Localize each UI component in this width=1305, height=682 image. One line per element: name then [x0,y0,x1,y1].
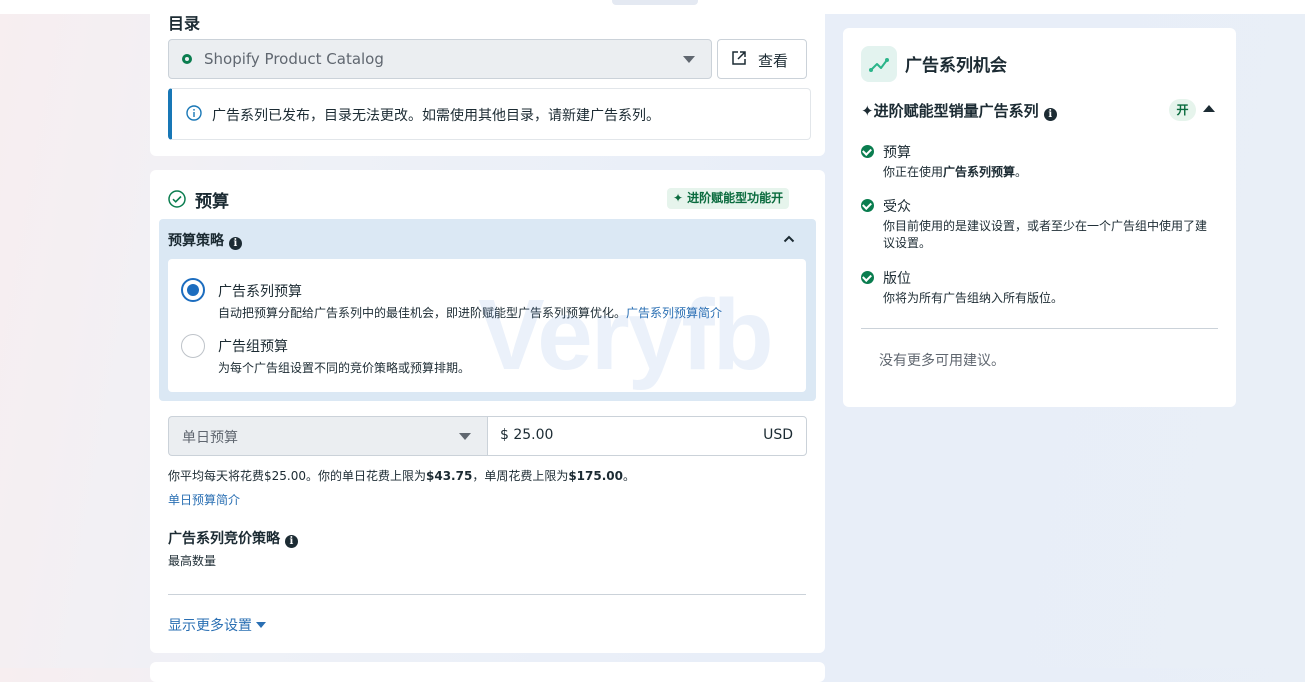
divider [168,594,806,595]
top-tab-hint [612,0,698,5]
rec-audience-title: 受众 [883,199,911,215]
next-card [150,662,825,682]
status-badge: 开 [1169,99,1196,121]
campaign-budget-radio[interactable] [181,278,205,302]
caret-down-icon [683,56,695,63]
check-icon [861,199,874,212]
opportunities-card: 广告系列机会 ✦进阶赋能型销量广告系列 i 开 预算 你正在使用广告系列预算。 … [843,28,1236,407]
rec-budget-title: 预算 [883,145,911,161]
budget-strategy-label: 预算策略 [168,233,224,249]
opportunities-title: 广告系列机会 [905,56,1007,76]
campaign-budget-link[interactable]: 广告系列预算简介 [626,306,722,320]
chevron-up-icon[interactable] [1203,105,1215,112]
budget-amount-value: $ 25.00 [500,427,554,443]
budget-options: 广告系列预算 自动把预算分配给广告系列中的最佳机会，即进阶赋能型广告系列预算优化… [168,259,806,392]
opportunity-icon [861,46,897,82]
adset-budget-desc: 为每个广告组设置不同的竞价策略或预算排期。 [218,361,471,375]
daily-cap: $43.75 [426,469,473,483]
catalog-info-banner: 广告系列已发布，目录无法更改。如需使用其他目录，请新建广告系列。 [168,88,811,140]
caret-down-icon [256,622,266,628]
daily-budget-intro-link[interactable]: 单日预算简介 [168,491,240,508]
bid-strategy-value: 最高数量 [168,554,217,568]
divider [861,328,1218,329]
budget-card: 预算 ✦ 进阶赋能型功能开 预算策略 i 广告系列预算 自动把预算分配给广告系列中… [150,170,825,653]
check-icon [861,271,874,284]
rec-audience-desc: 你目前使用的是建议设置，或者至少在一个广告组中使用了建议设置。 [883,219,1208,250]
sparkle-icon: ✦ [673,191,684,205]
budget-strategy-panel: 预算策略 i 广告系列预算 自动把预算分配给广告系列中的最佳机会，即进阶赋能型广… [159,219,816,401]
weekly-cap: $175.00 [568,469,623,483]
no-more-suggestions: 没有更多可用建议。 [879,353,1005,369]
bid-strategy-title: 广告系列竞价策略 i [168,528,298,548]
campaign-budget-title: 广告系列预算 [218,284,302,300]
budget-type-select[interactable]: 单日预算 [168,416,489,456]
budget-section-title: 预算 [195,192,229,212]
info-icon [186,105,202,121]
budget-strategy-header: 预算策略 i [168,230,242,250]
info-icon[interactable]: i [1043,108,1057,121]
catalog-info-text: 广告系列已发布，目录无法更改。如需使用其他目录，请新建广告系列。 [212,108,660,124]
rec-placement-title: 版位 [883,271,911,287]
info-icon[interactable]: i [228,237,242,250]
sparkle-icon: ✦ [861,102,874,120]
adset-budget-title: 广告组预算 [218,339,288,355]
show-more-settings-link[interactable]: 显示更多设置 [168,615,266,635]
catalog-selected-value: Shopify Product Catalog [204,50,384,68]
caret-down-icon [459,433,471,440]
catalog-status-dot [182,54,192,64]
chevron-up-icon[interactable] [783,233,795,245]
view-catalog-label: 查看 [758,52,789,70]
advantage-badge: ✦ 进阶赋能型功能开 [667,188,790,209]
budget-currency: USD [763,427,793,443]
adset-budget-radio[interactable] [181,334,205,358]
budget-spend-note: 你平均每天将花费$25.00。你的单日花费上限为$43.75，单周花费上限为$1… [168,469,635,483]
catalog-title: 目录 [168,14,201,33]
advantage-badge-label: 进阶赋能型功能开 [687,191,784,205]
catalog-select[interactable]: Shopify Product Catalog [168,39,712,79]
budget-type-value: 单日预算 [182,430,238,446]
campaign-budget-desc: 自动把预算分配给广告系列中的最佳机会，即进阶赋能型广告系列预算优化。广告系列预算… [218,306,723,320]
external-link-icon [732,51,746,65]
rec-placement-desc: 你将为所有广告组纳入所有版位。 [883,291,1064,305]
info-icon[interactable]: i [284,535,298,548]
budget-amount-input[interactable]: $ 25.00 USD [487,416,807,456]
catalog-card: 目录 Shopify Product Catalog 查看 广告系列已发布，目录… [150,8,825,156]
check-icon [861,145,874,158]
rec-budget-desc: 你正在使用广告系列预算。 [883,165,1028,179]
check-circle-icon [168,190,186,208]
view-catalog-button[interactable]: 查看 [717,39,807,79]
advantage-sales-campaign-label: ✦进阶赋能型销量广告系列 i [861,100,1057,121]
